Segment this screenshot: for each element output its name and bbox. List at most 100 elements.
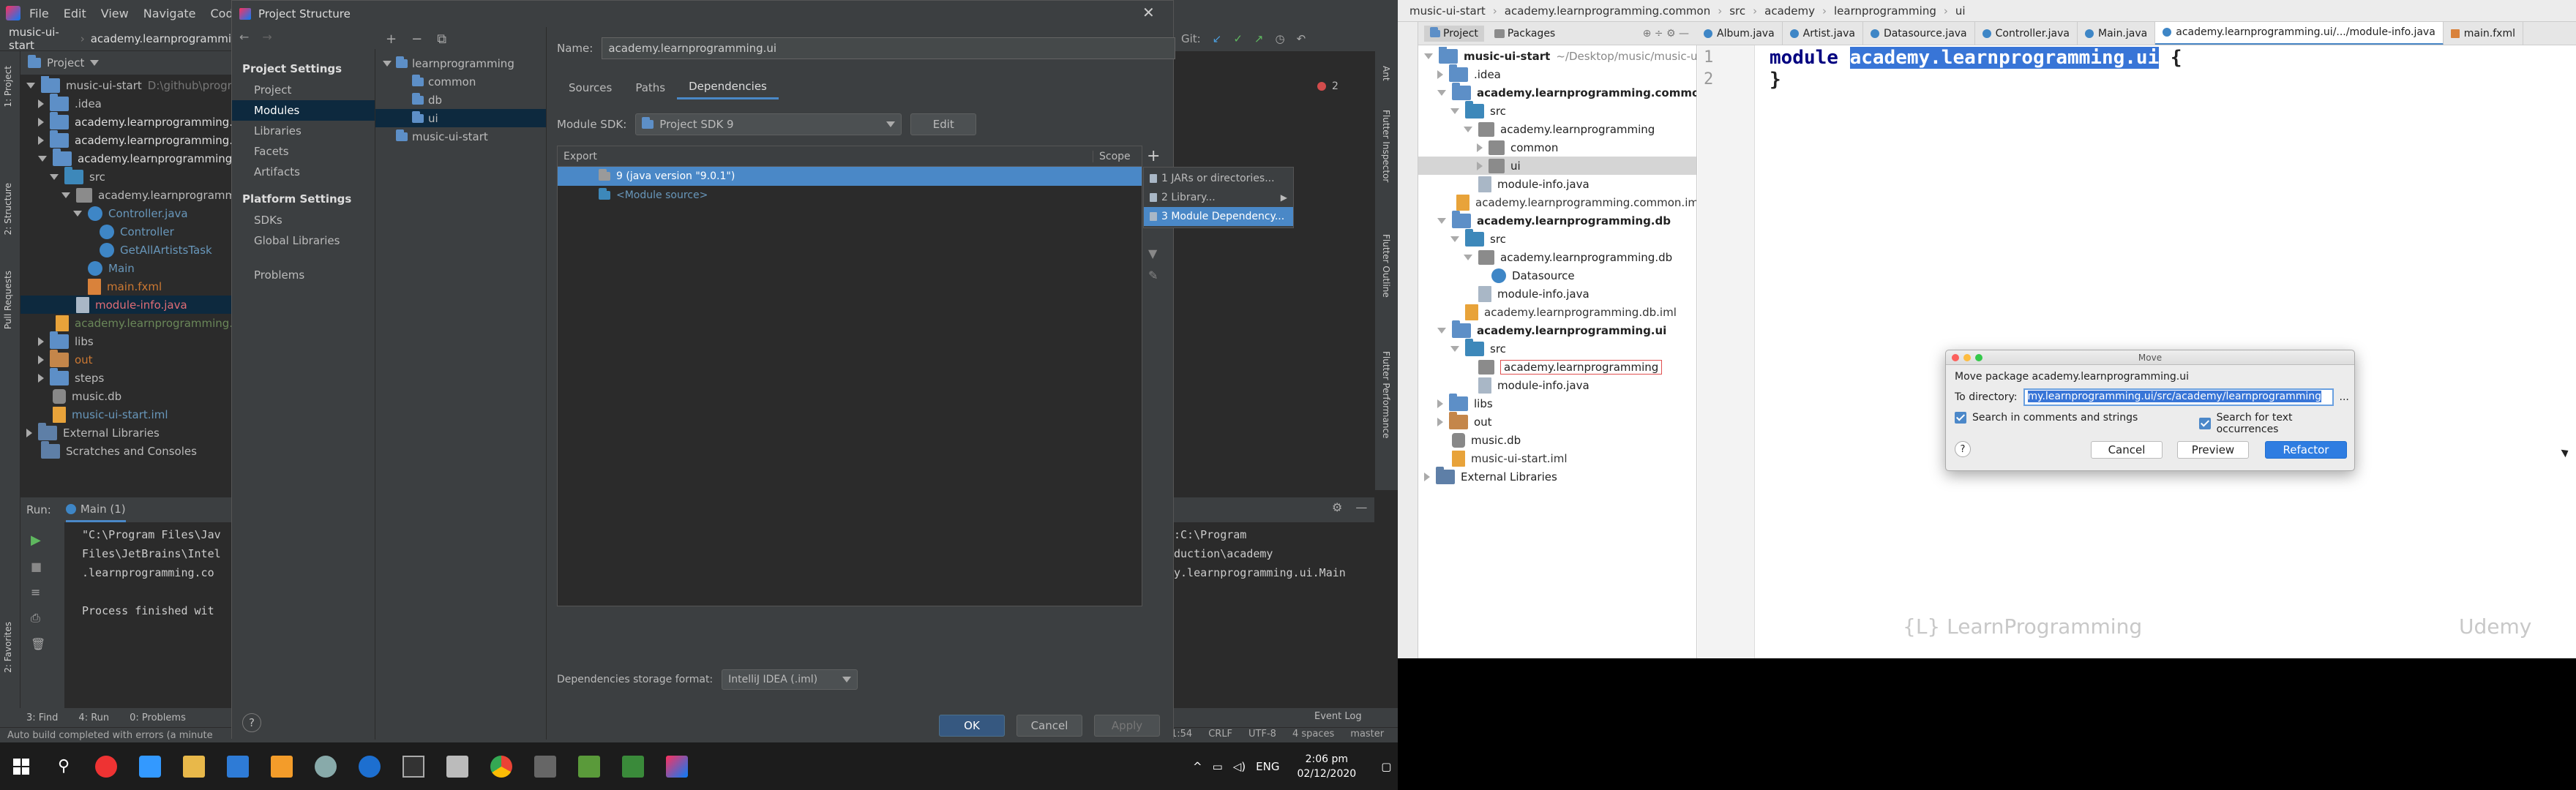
code-editor[interactable]: 1 module academy.learnprogramming.ui {2}	[1698, 47, 2569, 193]
chevron-right-icon[interactable]	[1437, 69, 1443, 79]
status-item[interactable]: master	[1350, 729, 1384, 740]
ant-tool-tab[interactable]: Ant	[1381, 66, 1391, 81]
menu-item-navigate[interactable]: Navigate	[143, 7, 196, 20]
clock[interactable]: 2:06 pm 02/12/2020	[1297, 752, 1356, 781]
chevron-down-icon[interactable]	[38, 155, 47, 162]
tree-item[interactable]: academy.learnprogramming.common	[1418, 82, 1696, 102]
breadcrumb-item[interactable]: academy.learnprogramming.common	[1505, 4, 1710, 18]
module-item[interactable]: music-ui-start	[375, 127, 546, 146]
tree-item[interactable]: Datasource	[1418, 266, 1696, 285]
nav-item-problems[interactable]: Problems	[232, 251, 375, 282]
tree-item[interactable]: academy.learnprogramming.db	[20, 129, 231, 149]
tree-item[interactable]: src	[1418, 228, 1696, 248]
tree-item[interactable]: .idea	[1418, 64, 1696, 83]
taskbar-app-icon[interactable]	[622, 755, 644, 778]
mail-icon[interactable]	[227, 755, 249, 778]
chevron-down-icon[interactable]	[1450, 236, 1459, 242]
tree-item[interactable]: src	[20, 166, 231, 186]
flutter-inspector-tab[interactable]: Flutter Inspector	[1381, 110, 1391, 182]
to-directory-input[interactable]: my.learnprogramming.ui/src/academy/learn…	[2023, 388, 2334, 406]
tree-item[interactable]: music-ui-start ~/Desktop/music/music-ui-s…	[1418, 47, 1696, 65]
add-dependency-icon[interactable]: +	[1147, 147, 1160, 165]
tree-item[interactable]: academy.learnprogramming.db	[1418, 248, 1696, 266]
chevron-down-icon[interactable]	[1464, 126, 1472, 132]
git-commit-icon[interactable]: ✓	[1233, 32, 1243, 45]
tree-item[interactable]: academy.learnprogramm	[20, 186, 231, 204]
chevron-down-icon[interactable]	[61, 192, 70, 198]
menu-item-edit[interactable]: Edit	[64, 7, 86, 20]
edit-dependency-icon[interactable]: ✎	[1148, 268, 1158, 282]
notification-icon[interactable]: ▢	[1381, 760, 1391, 773]
breadcrumb-item[interactable]: learnprogramming	[1834, 4, 1936, 18]
tree-item[interactable]: academy.learnprogramming.co	[20, 111, 231, 131]
flutter-performance-tab[interactable]: Flutter Performance	[1381, 351, 1391, 438]
cancel-button[interactable]: Cancel	[1016, 715, 1082, 737]
add-menu-item[interactable]: 2 Library... ▶	[1144, 188, 1293, 207]
tab-sources[interactable]: Sources	[557, 77, 624, 99]
volume-icon[interactable]: ◁)	[1233, 760, 1246, 773]
tree-item[interactable]: External Libraries	[20, 422, 231, 442]
soft-wrap-icon[interactable]: ≡	[20, 573, 64, 599]
storage-select[interactable]: IntelliJ IDEA (.iml)	[722, 669, 858, 690]
tab-dependencies[interactable]: Dependencies	[677, 75, 779, 99]
tree-item[interactable]: academy.learnprogramming	[1418, 120, 1696, 138]
tree-item[interactable]: academy.learnprogramming.ui	[1418, 320, 1696, 339]
module-item[interactable]: db	[375, 91, 546, 109]
move-cancel-button[interactable]: Cancel	[2091, 441, 2163, 459]
language-indicator[interactable]: ENG	[1256, 760, 1279, 773]
chevron-right-icon[interactable]	[38, 336, 44, 346]
tree-item[interactable]: academy.learnprogramming.common.iml	[1418, 193, 1696, 211]
chevron-right-icon[interactable]	[38, 373, 44, 383]
chevron-down-icon[interactable]	[50, 173, 59, 180]
tree-item[interactable]: libs	[20, 331, 231, 350]
tree-item[interactable]: music-ui-start.iml	[1418, 449, 1696, 467]
taskbar-app-icon[interactable]	[95, 755, 117, 778]
tool-window-controls[interactable]: ⊕ ÷ ⚙ —	[1643, 28, 1696, 40]
tree-item[interactable]: Controller	[20, 222, 231, 241]
status-item[interactable]: UTF-8	[1248, 729, 1276, 740]
breadcrumb-item[interactable]: music-ui-start	[1409, 4, 1486, 18]
move-down-icon[interactable]: ▼	[1148, 247, 1157, 260]
tree-item[interactable]: GetAllArtistsTask	[20, 241, 231, 259]
problems-tool-tab[interactable]: 0: Problems	[130, 712, 186, 723]
tree-item[interactable]: src	[1418, 338, 1696, 358]
search-comments-checkbox[interactable]	[1955, 412, 1966, 424]
print-icon[interactable]: ⎙	[20, 599, 64, 625]
tree-item[interactable]: module-info.java	[1418, 285, 1696, 303]
packages-tab[interactable]: Packages	[1494, 28, 1555, 40]
taskbar-app-icon[interactable]	[271, 755, 293, 778]
taskbar-app-icon[interactable]	[139, 755, 161, 778]
event-log-tab[interactable]: Event Log	[1314, 711, 1362, 722]
dependency-row[interactable]: 9 (java version "9.0.1")	[558, 167, 1142, 186]
tree-item[interactable]: academy.learnprogramming.ui	[20, 148, 231, 168]
tab-paths[interactable]: Paths	[624, 77, 677, 99]
chevron-down-icon[interactable]	[90, 60, 100, 66]
chrome-icon[interactable]	[490, 755, 512, 778]
gear-icon[interactable]: ⚙	[1332, 500, 1342, 514]
chevron-right-icon[interactable]	[26, 428, 32, 437]
close-icon[interactable]: ✕	[1142, 4, 1155, 21]
menu-item-view[interactable]: View	[101, 7, 129, 20]
ok-button[interactable]: OK	[939, 715, 1005, 737]
nav-item-artifacts[interactable]: Artifacts	[232, 162, 375, 182]
tray-chevron-icon[interactable]: ^	[1193, 760, 1202, 773]
rerun-icon[interactable]: ▶	[20, 522, 64, 548]
breadcrumb-item[interactable]: music-ui-start	[9, 26, 75, 52]
chevron-down-icon[interactable]	[1437, 327, 1446, 334]
chevron-right-icon[interactable]	[1477, 143, 1483, 152]
status-item[interactable]: 1:54	[1171, 729, 1192, 740]
chevron-right-icon[interactable]	[38, 355, 44, 364]
editor-tab[interactable]: Main.java	[2078, 22, 2156, 45]
breadcrumb-item[interactable]: academy.learnprogrammi	[91, 32, 231, 45]
chevron-right-icon[interactable]	[38, 135, 44, 145]
chevron-down-icon[interactable]	[1450, 108, 1459, 114]
tree-item[interactable]: External Libraries	[1418, 466, 1696, 486]
file-explorer-icon[interactable]	[183, 755, 205, 778]
search-icon[interactable]: ⚲	[42, 757, 85, 775]
tree-item[interactable]: .idea	[20, 93, 231, 113]
add-menu-item[interactable]: 3 Module Dependency...	[1144, 207, 1293, 226]
chevron-down-icon[interactable]	[1424, 53, 1433, 59]
pull-requests-tool-tab[interactable]: Pull Requests	[3, 271, 13, 329]
module-item[interactable]: common	[375, 72, 546, 91]
taskbar-app-icon[interactable]	[315, 755, 337, 778]
